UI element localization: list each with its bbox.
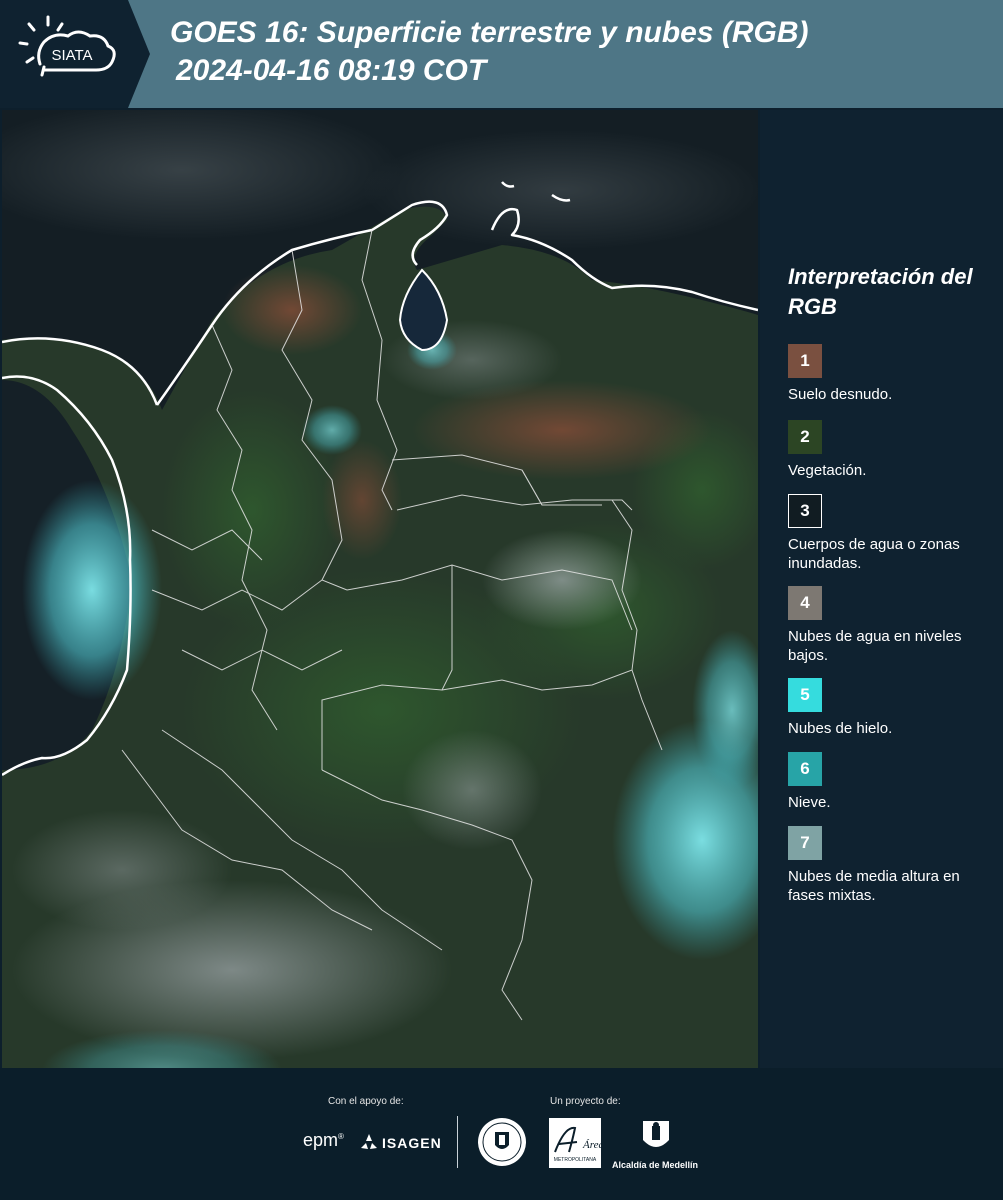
- legend-swatch-1: 1: [788, 344, 822, 378]
- map-title: GOES 16: Superficie terrestre y nubes (R…: [170, 16, 809, 49]
- alcaldia-shield-icon: [643, 1121, 669, 1147]
- project-label: Un proyecto de:: [550, 1096, 621, 1107]
- medellin-seal-icon[interactable]: [477, 1117, 527, 1167]
- area-metropolitana-logo[interactable]: Área METROPOLITANA: [549, 1118, 601, 1168]
- legend-swatch-6: 6: [788, 752, 822, 786]
- alcaldia-label[interactable]: Alcaldía de Medellín: [612, 1160, 698, 1170]
- legend-item-water: 3 Cuerpos de agua o zonas inundadas.: [788, 494, 998, 573]
- legend-label-6: Nieve.: [788, 794, 831, 811]
- legend-item-mid-clouds: 7 Nubes de media altura en fases mixtas.: [788, 826, 998, 905]
- svg-text:Área: Área: [582, 1139, 601, 1151]
- support-label: Con el apoyo de:: [328, 1096, 404, 1107]
- legend-label-5: Nubes de hielo.: [788, 720, 893, 737]
- isagen-logo[interactable]: ISAGEN: [382, 1135, 442, 1151]
- legend-item-vegetation: 2 Vegetación.: [788, 420, 998, 480]
- map-timestamp: 2024-04-16 08:19 COT: [176, 54, 487, 87]
- legend-item-bare-soil: 1 Suelo desnudo.: [788, 344, 998, 404]
- legend-label-1: Suelo desnudo.: [788, 386, 893, 403]
- legend-title: Interpretación del RGB: [788, 264, 973, 319]
- siata-logo: SIATA: [0, 0, 150, 108]
- header-bar: SIATA GOES 16: Superficie terrestre y nu…: [0, 0, 1003, 108]
- legend-item-low-clouds: 4 Nubes de agua en niveles bajos.: [788, 586, 998, 665]
- legend-label-3: Cuerpos de agua o zonas inundadas.: [788, 536, 960, 572]
- legend-label-2: Vegetación.: [788, 462, 867, 479]
- epm-logo[interactable]: epm®: [303, 1130, 344, 1151]
- legend-swatch-5: 5: [788, 678, 822, 712]
- legend-swatch-2: 2: [788, 420, 822, 454]
- legend-swatch-4: 4: [788, 586, 822, 620]
- legend-swatch-3: 3: [788, 494, 822, 528]
- footer: Con el apoyo de: Un proyecto de: epm® IS…: [0, 1068, 1003, 1200]
- legend-label-4: Nubes de agua en niveles bajos.: [788, 628, 962, 664]
- footer-divider: [457, 1116, 458, 1168]
- svg-text:METROPOLITANA: METROPOLITANA: [554, 1157, 597, 1163]
- legend-item-ice-clouds: 5 Nubes de hielo.: [788, 678, 998, 738]
- legend-item-snow: 6 Nieve.: [788, 752, 998, 812]
- legend-panel: Interpretación del RGB 1 Suelo desnudo. …: [760, 110, 1003, 1068]
- legend-label-7: Nubes de media altura en fases mixtas.: [788, 868, 960, 904]
- isagen-icon: [361, 1134, 377, 1149]
- satellite-map[interactable]: [2, 110, 758, 1068]
- svg-text:SIATA: SIATA: [51, 47, 92, 64]
- legend-swatch-7: 7: [788, 826, 822, 860]
